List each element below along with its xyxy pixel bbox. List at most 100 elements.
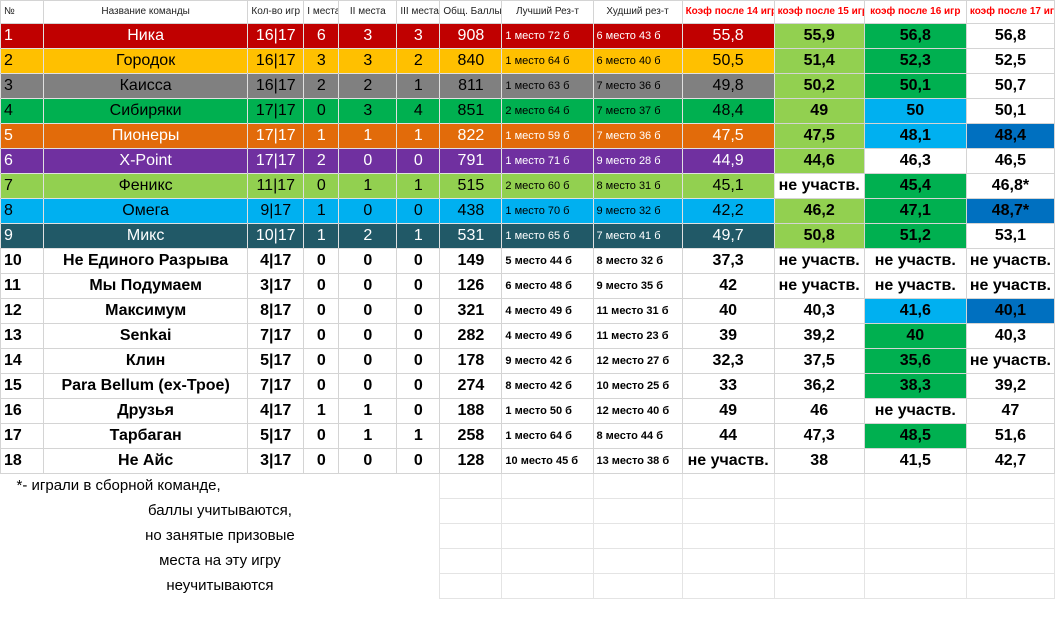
coef-14: 55,8 [681, 23, 775, 49]
total-points: 811 [439, 73, 503, 99]
coef-14: 33 [681, 373, 775, 399]
coef-14: 40 [681, 298, 775, 324]
coef-14: 49,7 [681, 223, 775, 249]
coef-15: 55,9 [773, 23, 865, 49]
header-first-places: I места [303, 0, 340, 24]
worst-result: 8 место 32 б [592, 248, 683, 274]
total-points: 908 [439, 23, 503, 49]
team-name: Не Айс [43, 448, 249, 474]
best-result: 10 место 45 б [501, 448, 594, 474]
row-number: 4 [0, 98, 45, 124]
empty-cell [863, 573, 967, 599]
coef-17: 47 [965, 398, 1055, 424]
games-played: 10|17 [247, 223, 305, 249]
empty-cell [965, 498, 1055, 524]
empty-cell [773, 473, 865, 499]
coef-16: 48,5 [863, 423, 967, 449]
table-row: 7 Феникс 11|17 0 1 1 515 2 место 60 б8 место 31… [0, 173, 1055, 199]
empty-cell [592, 548, 683, 574]
empty-cell [439, 523, 503, 549]
empty-cell [501, 548, 594, 574]
third-places: 0 [396, 248, 441, 274]
header-team-name: Название команды [43, 0, 249, 24]
total-points: 128 [439, 448, 503, 474]
header-number: № [0, 0, 45, 24]
coef-16: 51,2 [863, 223, 967, 249]
table-row: 11 Мы Подумаем 3|17 0 0 0 126 6 место 48 б9 мес… [0, 273, 1055, 299]
games-played: 16|17 [247, 73, 305, 99]
header-best-result: Лучший Рез-т [501, 0, 594, 24]
coef-17: 50,1 [965, 98, 1055, 124]
team-name: Микс [43, 223, 249, 249]
team-name: Сибиряки [43, 98, 249, 124]
first-places: 0 [303, 298, 340, 324]
total-points: 851 [439, 98, 503, 124]
empty-cell [439, 473, 503, 499]
coef-16: не участв. [863, 248, 967, 274]
coef-15: не участв. [773, 273, 865, 299]
first-places: 0 [303, 248, 340, 274]
third-places: 0 [396, 273, 441, 299]
row-number: 9 [0, 223, 45, 249]
team-name: Para Bellum (ex-Трое) [43, 373, 249, 399]
table-row: 3 Каисса 16|17 2 2 1 811 1 место 63 б7 место 36… [0, 73, 1055, 99]
games-played: 16|17 [247, 48, 305, 74]
coef-14: 44,9 [681, 148, 775, 174]
empty-cell [501, 573, 594, 599]
table-row: 12 Максимум 8|17 0 0 0 321 4 место 49 б 11 место… [0, 298, 1055, 324]
team-name: Мы Подумаем [43, 273, 249, 299]
empty-cell [501, 473, 594, 499]
coef-16: 46,3 [863, 148, 967, 174]
best-result: 2 место 64 б [501, 98, 594, 124]
coef-17: 42,7 [965, 448, 1055, 474]
note-row: баллы учитываются, [1, 498, 1055, 524]
best-result: 5 место 44 б [501, 248, 594, 274]
team-name: Каисса [43, 73, 249, 99]
first-places: 0 [303, 323, 340, 349]
total-points: 258 [439, 423, 503, 449]
second-places: 3 [338, 48, 398, 74]
total-points: 531 [439, 223, 503, 249]
coef-14: 39 [681, 323, 775, 349]
worst-result: 13 место 38 б [592, 448, 683, 474]
empty-cell [965, 573, 1055, 599]
table-row: 6 X-Point 17|17 2 0 0 791 1 место 71 б9 место 2… [0, 148, 1055, 174]
worst-result: 6 место 40 б [592, 48, 683, 74]
total-points: 188 [439, 398, 503, 424]
coef-15: 38 [773, 448, 865, 474]
header-worst-result: Худший рез-т [592, 0, 683, 24]
coef-15: 49 [773, 98, 865, 124]
first-places: 0 [303, 373, 340, 399]
coef-16: не участв. [863, 398, 967, 424]
coef-14: 49,8 [681, 73, 775, 99]
coef-15: не участв. [773, 173, 865, 199]
coef-14: 37,3 [681, 248, 775, 274]
games-played: 5|17 [247, 348, 305, 374]
footnote-line: неучитываются [166, 577, 274, 594]
coef-17: 46,5 [965, 148, 1055, 174]
games-played: 4|17 [247, 248, 305, 274]
coef-17: 48,7* [965, 198, 1055, 224]
empty-cell [681, 548, 775, 574]
coef-16: 56,8 [863, 23, 967, 49]
best-result: 9 место 42 б [501, 348, 594, 374]
footnote-line: *- играли в сборной команде, [16, 477, 221, 495]
second-places: 0 [338, 248, 398, 274]
table-row: 15 Para Bellum (ex-Трое) 7|17 0 0 0 274 8 место… [0, 373, 1055, 399]
note-row: но занятые призовые [1, 523, 1055, 549]
total-points: 274 [439, 373, 503, 399]
worst-result: 12 место 40 б [592, 398, 683, 424]
empty-cell [773, 548, 865, 574]
coef-17: 40,1 [965, 298, 1055, 324]
team-name: Тарбаган [43, 423, 249, 449]
total-points: 515 [439, 173, 503, 199]
header-coef-17: коэф после 17 игр [965, 0, 1055, 24]
row-number: 7 [0, 173, 45, 199]
empty-cell [439, 573, 503, 599]
row-number: 2 [0, 48, 45, 74]
team-name: X-Point [43, 148, 249, 174]
second-places: 1 [338, 123, 398, 149]
row-number: 17 [0, 423, 45, 449]
first-places: 1 [303, 398, 340, 424]
worst-result: 7 место 36 б [592, 123, 683, 149]
